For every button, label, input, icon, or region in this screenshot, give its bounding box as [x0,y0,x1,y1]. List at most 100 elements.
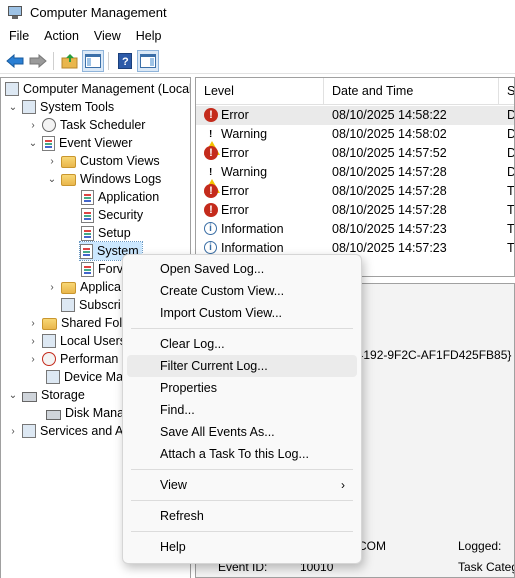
folder-icon [61,156,76,168]
column-header-source[interactable]: S [499,78,514,104]
tree-node-applications-services-logs[interactable]: › Applica [46,278,121,296]
column-header-date-time[interactable]: Date and Time [324,78,499,104]
expand-chevron-down-icon[interactable]: ⌄ [7,389,19,401]
menu-item-open-saved-log[interactable]: Open Saved Log... [123,258,361,280]
table-row[interactable]: !Error 08/10/2025 14:57:52 D [196,144,514,163]
tree-node-storage[interactable]: ⌄ Storage [7,386,85,404]
tree-node-forwarded-events[interactable]: Forv [81,260,123,278]
menu-item-import-custom-view[interactable]: Import Custom View... [123,302,361,324]
show-hide-action-pane-icon [140,54,156,68]
menu-view[interactable]: View [85,29,127,43]
source-cell: D [507,144,514,163]
tree-node-setup[interactable]: Setup [81,224,131,242]
device-manager-icon [46,370,60,384]
back-button[interactable] [4,50,26,72]
column-header-level[interactable]: Level [196,78,324,104]
menu-item-refresh[interactable]: Refresh [123,505,361,527]
menu-item-help[interactable]: Help [123,536,361,558]
date-time-cell: 08/10/2025 14:57:23 [332,222,447,236]
show-hide-action-pane-button[interactable] [137,50,159,72]
up-one-level-button[interactable] [59,50,81,72]
logged-label: Logged: [458,539,502,553]
table-row[interactable]: i Information 08/10/2025 14:57:23 T [196,220,514,239]
menu-item-save-all-events-as[interactable]: Save All Events As... [123,421,361,443]
log-icon [81,189,94,205]
expand-chevron-down-icon[interactable]: ⌄ [7,101,19,113]
show-hide-console-tree-button[interactable] [82,50,104,72]
menu-action[interactable]: Action [35,29,85,43]
tree-label: Windows Logs [80,172,162,186]
menu-item-view[interactable]: View › [123,474,361,496]
expand-chevron-down-icon[interactable]: ⌄ [46,173,58,185]
window-title: Computer Management [30,4,167,20]
menu-item-attach-task[interactable]: Attach a Task To this Log... [123,443,361,465]
computer-management-icon [8,5,22,19]
tree-node-device-manager[interactable]: Device Mar [46,368,127,386]
show-hide-console-tree-icon [85,54,101,68]
tree-node-shared-folders[interactable]: › Shared Fold [27,314,129,332]
expand-chevron-right-icon[interactable]: › [27,119,39,131]
expand-chevron-right-icon[interactable]: › [27,335,39,347]
error-icon: ! [204,184,219,199]
table-row[interactable]: !Warning 08/10/2025 14:58:02 D [196,125,514,155]
users-icon [42,334,56,348]
tree-node-performance[interactable]: › Performan [27,350,118,368]
tree-node-event-viewer[interactable]: ⌄ Event Viewer [27,134,132,152]
tree-label: Forv [98,262,123,276]
tree-label: Storage [41,388,85,402]
toolbar-separator [53,52,54,70]
level-cell: Error [221,146,249,160]
tree-node-custom-views[interactable]: › Custom Views [46,152,160,170]
services-icon [22,424,36,438]
help-button[interactable]: ? [114,50,136,72]
menu-item-create-custom-view[interactable]: Create Custom View... [123,280,361,302]
table-row[interactable]: !Warning 08/10/2025 14:57:28 D [196,163,514,193]
menu-item-properties[interactable]: Properties [123,377,361,399]
menu-item-clear-log[interactable]: Clear Log... [123,333,361,355]
tree-node-computer-management[interactable]: Computer Management (Local [5,80,190,98]
expand-chevron-right-icon[interactable]: › [27,353,39,365]
tree-label: System Tools [40,100,115,114]
source-cell: T [507,203,515,217]
tree-node-subscriptions[interactable]: Subscri [61,296,121,314]
chevron-right-icon: › [341,478,345,492]
event-list[interactable]: Level Date and Time S ! Error 08/10/2025 1… [195,77,515,277]
tree-node-security[interactable]: Security [81,206,143,224]
menu-help[interactable]: Help [127,29,168,43]
source-cell: D [507,106,514,125]
expand-chevron-right-icon[interactable]: › [46,155,58,167]
table-row[interactable]: ! Error 08/10/2025 14:57:28 T [196,201,515,220]
menu-item-filter-current-log[interactable]: Filter Current Log... [127,355,357,377]
error-icon: ! [204,203,219,218]
tree-node-local-users[interactable]: › Local Users [27,332,126,350]
forward-button[interactable] [27,50,49,72]
table-row[interactable]: ! Error 08/10/2025 14:57:28 T [196,182,514,201]
error-icon: ! [204,108,219,123]
tree-node-task-scheduler[interactable]: › Task Scheduler [27,116,145,134]
tree-label: Task Scheduler [60,118,146,132]
menu-item-find[interactable]: Find... [123,399,361,421]
event-list-header: Level Date and Time S [196,78,514,105]
tree-node-disk-management[interactable]: Disk Manag [46,404,131,422]
date-time-cell: 08/10/2025 14:57:28 [332,184,447,198]
svg-text:?: ? [122,56,129,68]
tree-node-services-applications[interactable]: › Services and A [7,422,123,440]
tree-label: Shared Fold [61,316,130,330]
shared-folder-icon [42,318,57,330]
menu-file[interactable]: File [0,29,35,43]
menu-bar: File Action View Help [0,26,515,46]
table-row[interactable]: !Error 08/10/2025 14:58:22 D [196,106,514,125]
menu-item-view-label: View [160,478,187,492]
tree-node-application[interactable]: Application [81,188,159,206]
tree-node-system-tools[interactable]: ⌄ System Tools [7,98,114,116]
expand-chevron-right-icon[interactable]: › [27,317,39,329]
tree-node-windows-logs[interactable]: ⌄ Windows Logs [46,170,161,188]
menu-separator [131,531,353,532]
date-time-cell: 08/10/2025 14:57:28 [332,165,447,179]
source-cell: D [507,125,514,144]
expand-chevron-right-icon[interactable]: › [7,425,19,437]
forward-icon [29,54,47,68]
source-cell: T [507,241,515,255]
expand-chevron-down-icon[interactable]: ⌄ [27,137,39,149]
expand-chevron-right-icon[interactable]: › [46,281,58,293]
